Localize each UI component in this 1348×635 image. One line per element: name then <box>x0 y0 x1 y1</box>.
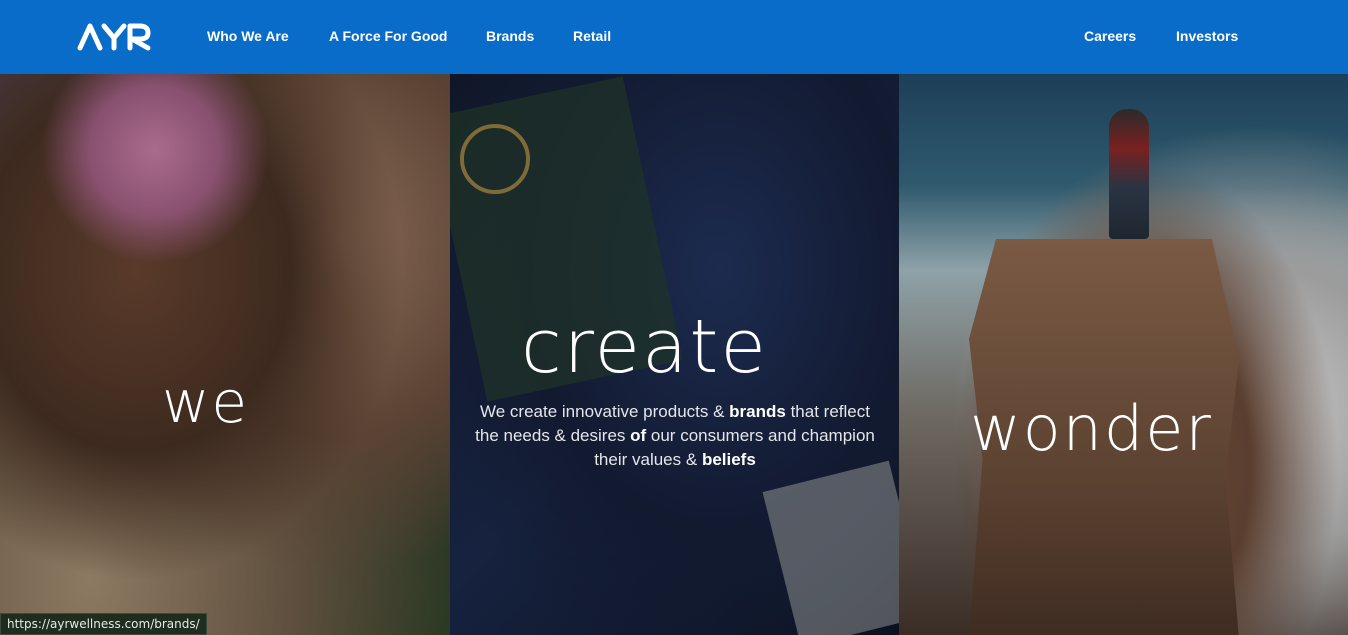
decor-stix-package <box>762 460 899 635</box>
nav-investors[interactable]: Investors <box>1176 28 1238 44</box>
nav-force-for-good[interactable]: A Force For Good <box>329 28 447 44</box>
nav-careers[interactable]: Careers <box>1084 28 1136 44</box>
tagline-bold-3: beliefs <box>701 450 756 469</box>
link-status-bar: https://ayrwellness.com/brands/ <box>0 613 207 635</box>
nav-who-we-are[interactable]: Who We Are <box>207 28 289 44</box>
tagline-bold-1: brands <box>729 402 786 421</box>
decor-origyn-ring <box>460 124 530 194</box>
panel-wonder-image <box>899 74 1348 635</box>
nav-brands[interactable]: Brands <box>486 28 534 44</box>
ayr-logo[interactable] <box>76 20 152 52</box>
top-navbar: Who We Are A Force For Good Brands Retai… <box>0 0 1348 74</box>
word-wonder: wonder <box>970 392 1213 465</box>
word-create: create <box>521 304 768 390</box>
decor-fabric <box>40 74 270 264</box>
word-we: we <box>162 368 250 436</box>
decor-hiker <box>1109 109 1149 239</box>
panel-we-image <box>0 74 450 635</box>
nav-retail[interactable]: Retail <box>573 28 611 44</box>
tagline-bold-2: of <box>630 426 647 445</box>
tagline-text-1: We create innovative products & <box>480 402 730 421</box>
create-tagline: We create innovative products & brands t… <box>475 400 875 472</box>
